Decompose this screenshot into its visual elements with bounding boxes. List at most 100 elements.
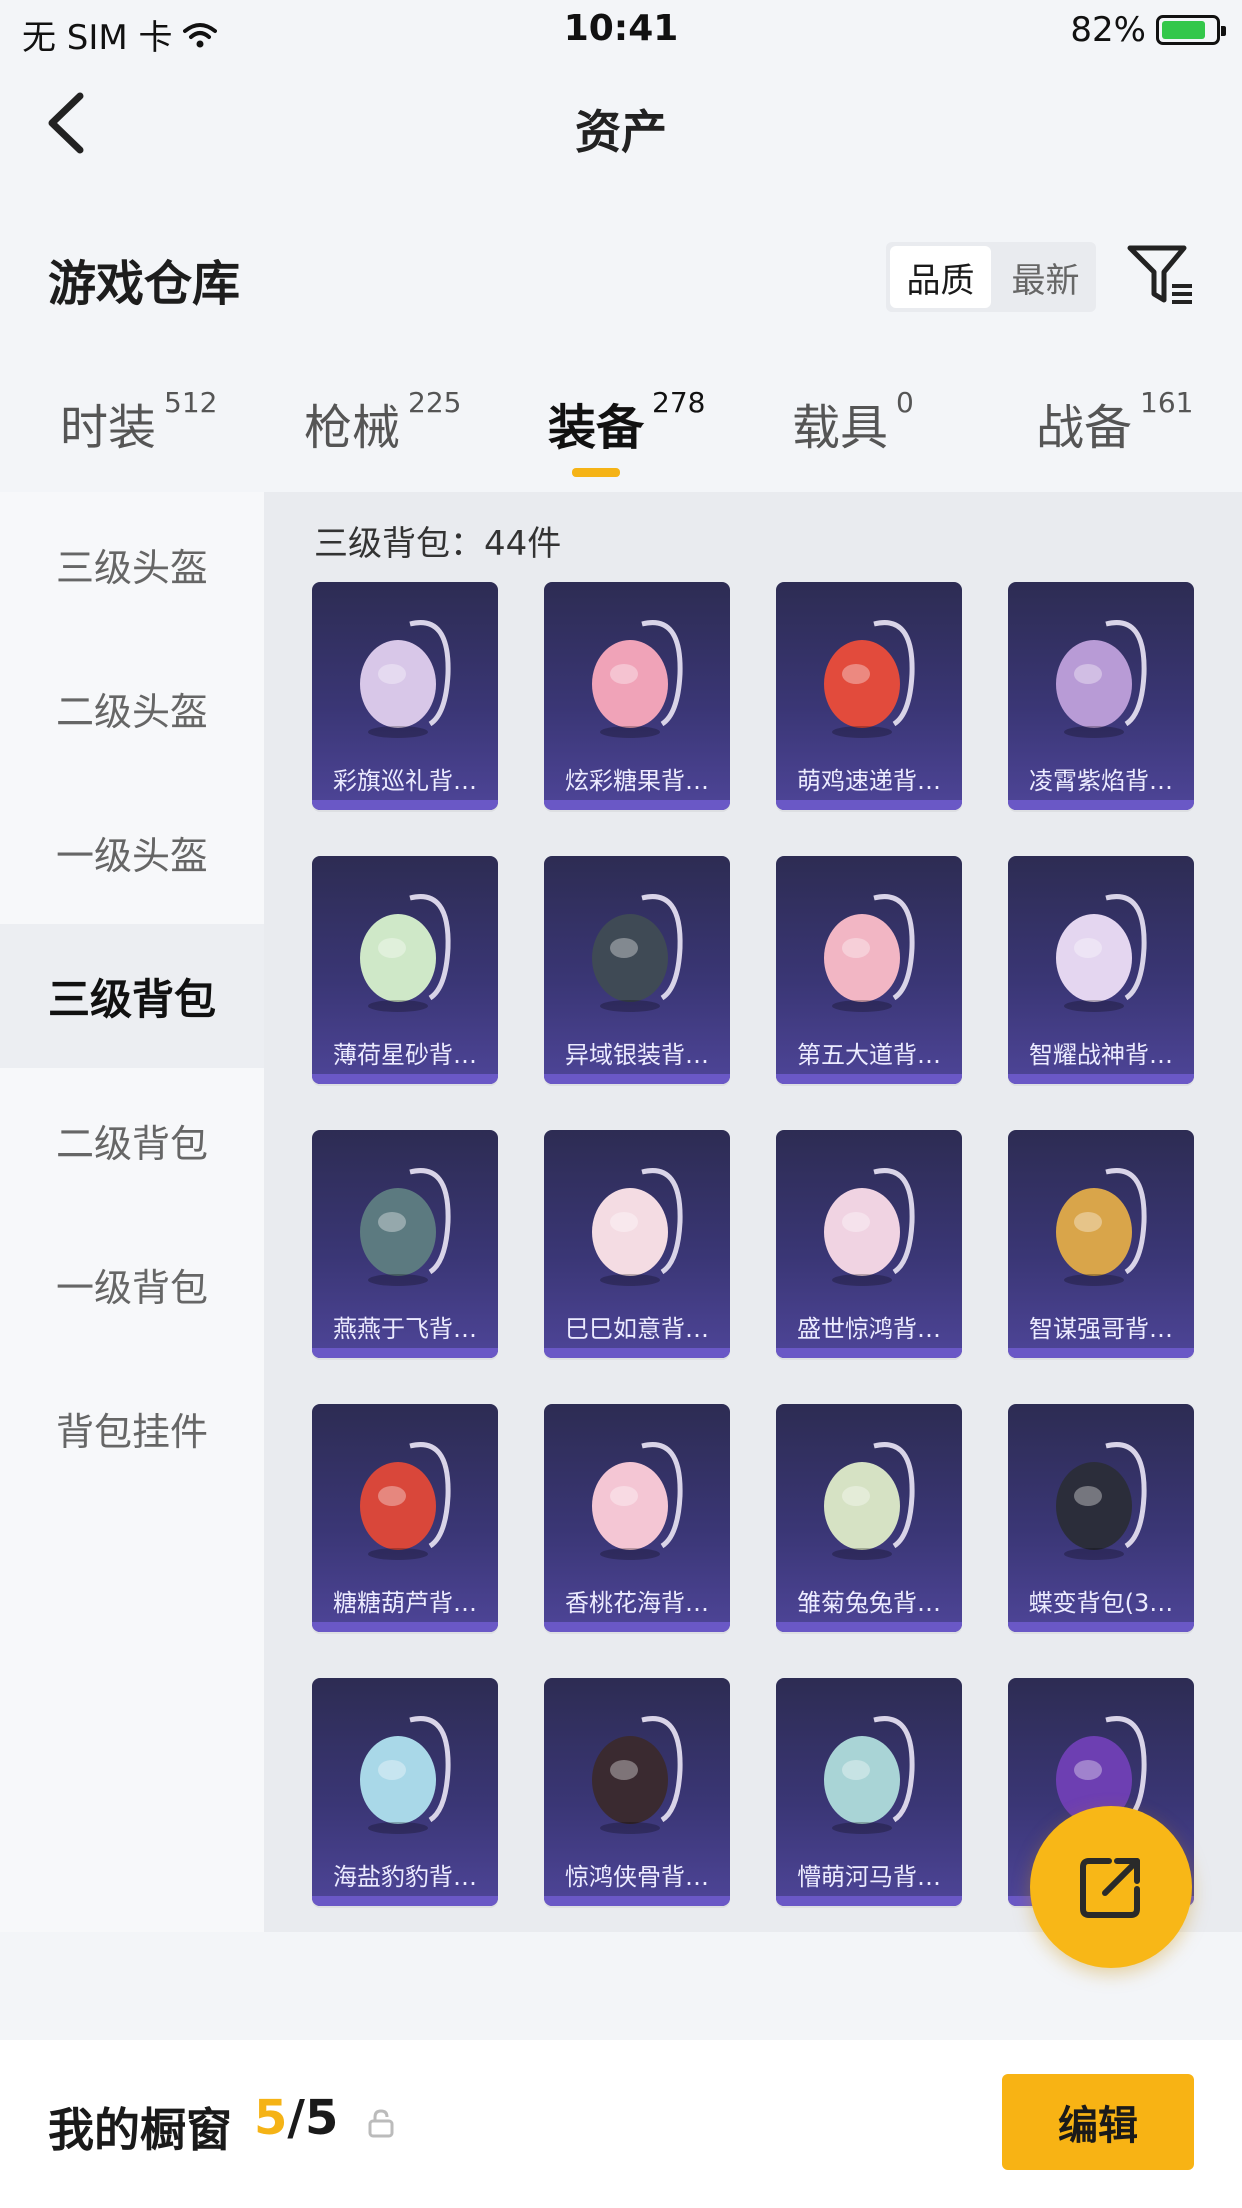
lock-icon bbox=[368, 2109, 394, 2138]
item-name: 糖糖葫芦背… bbox=[333, 1589, 477, 1617]
filter-icon[interactable] bbox=[1126, 242, 1196, 308]
tab-vehicles[interactable]: 载具 0 bbox=[792, 386, 914, 458]
card-accent-bar bbox=[544, 800, 730, 810]
card-accent-bar bbox=[312, 1348, 498, 1358]
backpack-icon bbox=[360, 894, 451, 1012]
sort-quality-button[interactable]: 品质 bbox=[890, 246, 991, 308]
item-name: 巳巳如意背… bbox=[565, 1315, 709, 1343]
item-name: 薄荷星砂背… bbox=[333, 1041, 477, 1069]
share-button[interactable] bbox=[1030, 1806, 1192, 1968]
backpack-icon bbox=[824, 1716, 915, 1834]
backpack-icon bbox=[824, 894, 915, 1012]
edit-button[interactable]: 编辑 bbox=[1002, 2074, 1194, 2170]
item-card[interactable]: 懵萌河马背… bbox=[776, 1678, 962, 1906]
item-card[interactable]: 糖糖葫芦背… bbox=[312, 1404, 498, 1632]
item-card[interactable]: 凌霄紫焰背… bbox=[1008, 582, 1194, 810]
item-name: 智耀战神背… bbox=[1029, 1041, 1173, 1069]
item-card[interactable]: 香桃花海背… bbox=[544, 1404, 730, 1632]
item-name: 异域银装背… bbox=[565, 1041, 709, 1069]
sidebar-item-backpack-lv2[interactable]: 二级背包 bbox=[0, 1068, 264, 1212]
card-accent-bar bbox=[776, 1074, 962, 1084]
backpack-icon bbox=[824, 1168, 915, 1286]
page-title: 资产 bbox=[575, 105, 667, 159]
backpack-icon bbox=[360, 620, 451, 738]
card-accent-bar bbox=[544, 1896, 730, 1906]
item-name: 第五大道背… bbox=[797, 1041, 941, 1069]
sidebar-item-backpack-lv1[interactable]: 一级背包 bbox=[0, 1212, 264, 1356]
backpack-icon bbox=[592, 894, 683, 1012]
card-accent-bar bbox=[1008, 1348, 1194, 1358]
tab-fashion[interactable]: 时装 512 bbox=[60, 386, 217, 458]
sort-newest-button[interactable]: 最新 bbox=[995, 242, 1096, 312]
showcase-title: 我的橱窗 bbox=[48, 2103, 232, 2157]
card-accent-bar bbox=[544, 1622, 730, 1632]
card-accent-bar bbox=[1008, 800, 1194, 810]
showcase-current: 5 bbox=[254, 2090, 288, 2146]
sidebar-item-helmet-lv3[interactable]: 三级头盔 bbox=[0, 492, 264, 636]
item-card[interactable]: 薄荷星砂背… bbox=[312, 856, 498, 1084]
card-accent-bar bbox=[544, 1074, 730, 1084]
card-accent-bar bbox=[1008, 1622, 1194, 1632]
showcase-count: 5/5 bbox=[254, 2090, 338, 2146]
clock: 10:41 bbox=[563, 8, 679, 49]
item-name: 炫彩糖果背… bbox=[565, 767, 709, 795]
item-card[interactable]: 智耀战神背… bbox=[1008, 856, 1194, 1084]
item-card[interactable]: 萌鸡速递背… bbox=[776, 582, 962, 810]
status-bar: 无 SIM 卡 10:41 82% bbox=[0, 0, 1242, 62]
sidebar-item-helmet-lv1[interactable]: 一级头盔 bbox=[0, 780, 264, 924]
battery-icon bbox=[1156, 15, 1226, 45]
sidebar-item-backpack-pendant[interactable]: 背包挂件 bbox=[0, 1356, 264, 1500]
card-accent-bar bbox=[312, 1896, 498, 1906]
category-tabs: 时装 512 枪械 225 装备 278 载具 0 战备 161 bbox=[0, 386, 1242, 488]
item-name: 懵萌河马背… bbox=[797, 1863, 941, 1891]
item-name: 萌鸡速递背… bbox=[797, 767, 941, 795]
backpack-icon bbox=[824, 1442, 915, 1560]
item-name: 海盐豹豹背… bbox=[333, 1863, 477, 1891]
card-accent-bar bbox=[312, 1074, 498, 1084]
backpack-icon bbox=[1056, 1442, 1147, 1560]
backpack-icon bbox=[592, 1442, 683, 1560]
item-card[interactable]: 盛世惊鸿背… bbox=[776, 1130, 962, 1358]
item-card[interactable]: 雏菊兔兔背… bbox=[776, 1404, 962, 1632]
item-card[interactable]: 蝶变背包(3… bbox=[1008, 1404, 1194, 1632]
card-accent-bar bbox=[776, 1622, 962, 1632]
sort-segmented-control: 品质 最新 bbox=[886, 242, 1096, 312]
backpack-icon bbox=[360, 1442, 451, 1560]
item-name: 燕燕于飞背… bbox=[333, 1315, 477, 1343]
tab-guns[interactable]: 枪械 225 bbox=[304, 386, 461, 458]
section-title: 游戏仓库 bbox=[48, 256, 241, 312]
item-card[interactable]: 异域银装背… bbox=[544, 856, 730, 1084]
item-card[interactable]: 彩旗巡礼背… bbox=[312, 582, 498, 810]
card-accent-bar bbox=[776, 800, 962, 810]
showcase-total: /5 bbox=[287, 2090, 339, 2146]
item-card[interactable]: 燕燕于飞背… bbox=[312, 1130, 498, 1358]
backpack-icon bbox=[592, 1168, 683, 1286]
item-name: 蝶变背包(3… bbox=[1028, 1589, 1174, 1617]
card-accent-bar bbox=[312, 800, 498, 810]
item-name: 惊鸿侠骨背… bbox=[565, 1863, 709, 1891]
item-card[interactable]: 第五大道背… bbox=[776, 856, 962, 1084]
item-card[interactable]: 海盐豹豹背… bbox=[312, 1678, 498, 1906]
tab-equipment[interactable]: 装备 278 bbox=[548, 386, 705, 458]
card-accent-bar bbox=[312, 1622, 498, 1632]
item-card[interactable]: 智谋强哥背… bbox=[1008, 1130, 1194, 1358]
battery-percent: 82% bbox=[1070, 10, 1146, 50]
card-accent-bar bbox=[544, 1348, 730, 1358]
sidebar-item-helmet-lv2[interactable]: 二级头盔 bbox=[0, 636, 264, 780]
item-card[interactable]: 惊鸿侠骨背… bbox=[544, 1678, 730, 1906]
item-name: 智谋强哥背… bbox=[1029, 1315, 1173, 1343]
backpack-icon bbox=[1056, 1168, 1147, 1286]
sidebar-item-backpack-lv3[interactable]: 三级背包 bbox=[0, 924, 264, 1068]
tab-gear[interactable]: 战备 161 bbox=[1036, 386, 1193, 458]
backpack-icon bbox=[1056, 620, 1147, 738]
backpack-icon bbox=[1056, 894, 1147, 1012]
item-card[interactable]: 巳巳如意背… bbox=[544, 1130, 730, 1358]
backpack-icon bbox=[360, 1716, 451, 1834]
grid-subtitle: 三级背包：44件 bbox=[314, 524, 562, 564]
backpack-icon bbox=[592, 620, 683, 738]
item-name: 凌霄紫焰背… bbox=[1029, 767, 1173, 795]
active-tab-indicator bbox=[572, 468, 620, 477]
backpack-icon bbox=[360, 1168, 451, 1286]
item-card[interactable]: 炫彩糖果背… bbox=[544, 582, 730, 810]
card-accent-bar bbox=[776, 1896, 962, 1906]
